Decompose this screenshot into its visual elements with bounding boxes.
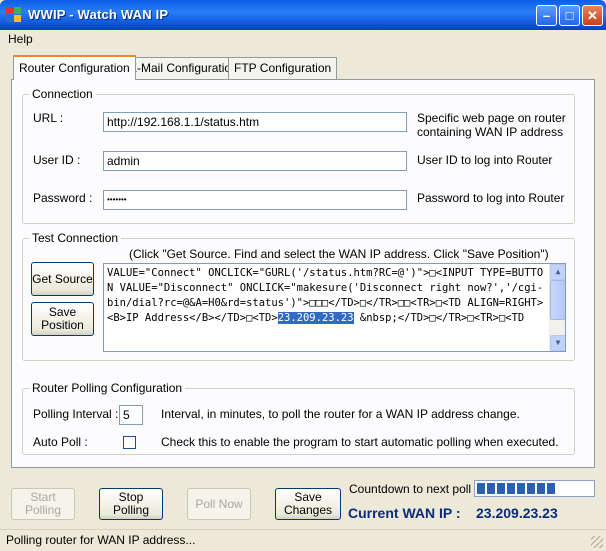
progress-block bbox=[477, 483, 485, 494]
progress-block bbox=[527, 483, 535, 494]
close-icon[interactable]: ✕ bbox=[582, 5, 603, 26]
current-wan-ip-value: 23.209.23.23 bbox=[476, 505, 558, 521]
tab-ftp-configuration[interactable]: FTP Configuration bbox=[228, 57, 338, 79]
auto-poll-checkbox[interactable] bbox=[123, 436, 136, 449]
password-label: Password : bbox=[33, 191, 93, 205]
app-icon bbox=[6, 7, 22, 23]
current-wan-ip-label: Current WAN IP : bbox=[348, 505, 461, 521]
scroll-thumb[interactable] bbox=[550, 280, 565, 320]
selected-wan-ip: 23.209.23.23 bbox=[277, 312, 354, 324]
progress-block bbox=[517, 483, 525, 494]
userid-label: User ID : bbox=[33, 153, 81, 167]
auto-poll-description: Check this to enable the program to star… bbox=[161, 435, 559, 449]
polling-interval-description: Interval, in minutes, to poll the router… bbox=[161, 407, 520, 421]
url-input[interactable]: http://192.168.1.1/status.htm bbox=[103, 112, 407, 132]
source-text: VALUE="Connect" ONCLICK="GURL('/status.h… bbox=[107, 267, 544, 324]
test-connection-hint: (Click "Get Source. Find and select the … bbox=[129, 247, 549, 261]
url-label: URL : bbox=[33, 111, 64, 125]
source-textarea[interactable]: VALUE="Connect" ONCLICK="GURL('/status.h… bbox=[103, 263, 566, 352]
auto-poll-label: Auto Poll : bbox=[33, 435, 88, 449]
polling-legend: Router Polling Configuration bbox=[29, 381, 186, 395]
get-source-button[interactable]: Get Source bbox=[31, 262, 94, 296]
menu-help[interactable]: Help bbox=[8, 32, 33, 46]
connection-legend: Connection bbox=[29, 87, 96, 101]
poll-now-button[interactable]: Poll Now bbox=[187, 488, 251, 520]
title-bar[interactable]: WWIP - Watch WAN IP – □ ✕ bbox=[0, 0, 606, 30]
countdown-label: Countdown to next poll : bbox=[349, 482, 478, 496]
start-polling-button[interactable]: Start Polling bbox=[11, 488, 75, 520]
tab-email-configuration[interactable]: E-Mail Configuration bbox=[123, 57, 244, 79]
polling-interval-input[interactable]: 5 bbox=[119, 405, 143, 425]
menu-bar: Help bbox=[0, 30, 606, 48]
userid-input[interactable]: admin bbox=[103, 151, 407, 171]
password-description: Password to log into Router bbox=[417, 191, 565, 205]
userid-description: User ID to log into Router bbox=[417, 153, 553, 167]
url-description-1: Specific web page on router bbox=[417, 111, 566, 125]
tab-router-configuration[interactable]: Router Configuration bbox=[13, 55, 136, 80]
progress-block bbox=[497, 483, 505, 494]
countdown-progress-bar bbox=[474, 480, 595, 497]
password-input[interactable]: ••••••• bbox=[103, 190, 407, 210]
window-title: WWIP - Watch WAN IP bbox=[28, 7, 169, 22]
scroll-up-icon[interactable]: ▲ bbox=[550, 264, 565, 280]
minimize-icon[interactable]: – bbox=[536, 5, 557, 26]
progress-block bbox=[547, 483, 555, 494]
progress-block bbox=[487, 483, 495, 494]
test-connection-legend: Test Connection bbox=[29, 231, 122, 245]
source-scrollbar[interactable]: ▲ ▼ bbox=[549, 264, 565, 351]
status-bar: Polling router for WAN IP address... bbox=[0, 529, 606, 551]
router-config-panel: Connection URL : http://192.168.1.1/stat… bbox=[11, 79, 595, 468]
progress-block bbox=[507, 483, 515, 494]
status-text: Polling router for WAN IP address... bbox=[6, 533, 196, 547]
save-position-button[interactable]: Save Position bbox=[31, 302, 94, 336]
polling-interval-label: Polling Interval : bbox=[33, 407, 119, 421]
save-changes-button[interactable]: Save Changes bbox=[275, 488, 341, 520]
stop-polling-button[interactable]: Stop Polling bbox=[99, 488, 163, 520]
main-window: WWIP - Watch WAN IP – □ ✕ Help Router Co… bbox=[0, 0, 606, 551]
progress-block bbox=[537, 483, 545, 494]
resize-grip-icon[interactable] bbox=[591, 536, 603, 548]
url-description-2: containing WAN IP address bbox=[417, 125, 564, 139]
maximize-icon[interactable]: □ bbox=[559, 5, 580, 26]
scroll-down-icon[interactable]: ▼ bbox=[550, 335, 565, 351]
